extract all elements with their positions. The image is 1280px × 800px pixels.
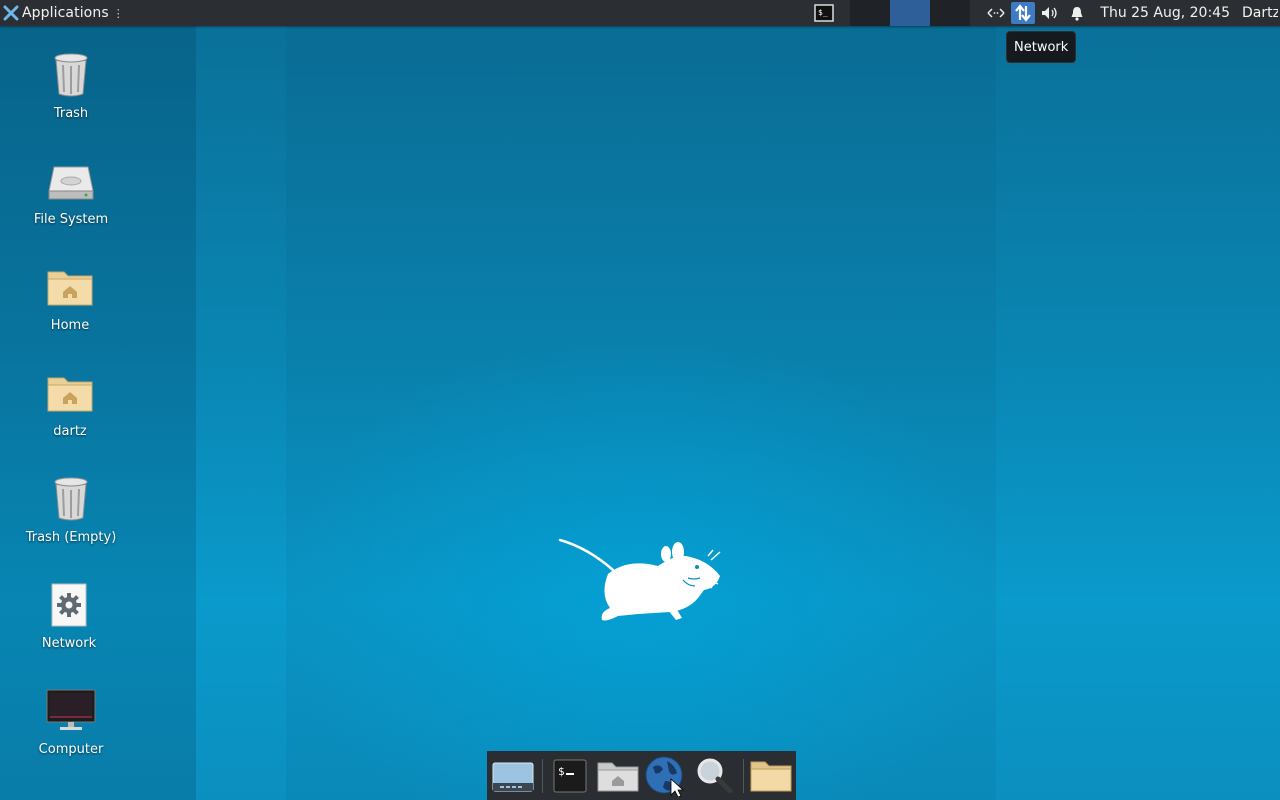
dock-folder[interactable]: [748, 753, 794, 799]
dock-terminal[interactable]: $: [547, 753, 593, 799]
workspace-3[interactable]: [930, 0, 971, 26]
desktop-icon-computer[interactable]: Computer: [11, 686, 131, 757]
desktop-icon-file-system[interactable]: File System: [11, 156, 131, 227]
home-folder-icon: [45, 262, 95, 312]
trash-icon: [46, 474, 96, 524]
desktop-icon-label: Trash (Empty): [25, 530, 117, 545]
monitor-icon: [46, 686, 96, 736]
bell-icon[interactable]: [1065, 2, 1089, 24]
terminal-icon: $: [553, 759, 587, 792]
user-menu[interactable]: Dartz: [1242, 5, 1278, 21]
dock-home-folder[interactable]: [595, 753, 641, 799]
dock-show-desktop[interactable]: [490, 753, 536, 799]
desktop-icon-label: File System: [33, 212, 109, 227]
folder-icon: [750, 761, 792, 791]
workspace-1[interactable]: [850, 0, 891, 26]
desktop-icon-label: Trash: [53, 106, 89, 121]
network-arrows-icon[interactable]: [984, 2, 1008, 24]
top-panel: Applications ⋮ $_ Thu 25 Aug, 20:45 Dart…: [0, 0, 1280, 26]
home-folder-icon: [597, 762, 639, 791]
desktop-icon-label: dartz: [53, 424, 87, 439]
system-tray: [984, 0, 1092, 26]
xfce-mouse-logo: [558, 538, 721, 621]
dock-search[interactable]: [691, 753, 737, 799]
dock-separator: [743, 758, 744, 793]
desktop: Applications ⋮ $_ Thu 25 Aug, 20:45 Dart…: [0, 0, 1280, 800]
dock-separator: [542, 758, 543, 793]
bottom-dock: $: [487, 751, 796, 800]
workspace-2[interactable]: [890, 0, 931, 26]
svg-text:$: $: [558, 765, 565, 778]
gear-icon: [44, 580, 94, 630]
desktop-icon-label: Network: [41, 636, 97, 651]
home-folder-icon: [45, 368, 95, 418]
terminal-icon: $_: [814, 4, 835, 22]
xfce-logo-icon: [3, 5, 19, 21]
desktop-icon-trash[interactable]: Trash: [11, 50, 131, 121]
web-browser-icon: [645, 756, 685, 797]
clock[interactable]: Thu 25 Aug, 20:45: [1100, 5, 1230, 21]
applications-label: Applications: [22, 5, 109, 21]
dock-web-browser[interactable]: [643, 753, 689, 799]
search-icon: [697, 758, 733, 793]
svg-text:$_: $_: [818, 8, 828, 17]
menu-grip-icon: ⋮: [112, 6, 124, 20]
network-tooltip: Network: [1006, 31, 1077, 63]
show-desktop-icon: [492, 762, 534, 791]
trash-icon: [46, 50, 96, 100]
desktop-icon-dartz[interactable]: dartz: [10, 368, 130, 439]
terminal-window-button[interactable]: $_: [812, 3, 836, 23]
desktop-icon-network[interactable]: Network: [9, 580, 129, 651]
desktop-icon-trash-empty[interactable]: Trash (Empty): [11, 474, 131, 545]
volume-icon[interactable]: [1038, 2, 1062, 24]
network-updown-icon[interactable]: [1011, 2, 1036, 24]
desktop-icon-home[interactable]: Home: [10, 262, 130, 333]
drive-icon: [46, 156, 96, 206]
desktop-icon-label: Home: [50, 318, 90, 333]
applications-menu[interactable]: Applications ⋮: [0, 0, 128, 26]
desktop-icon-label: Computer: [38, 742, 104, 757]
